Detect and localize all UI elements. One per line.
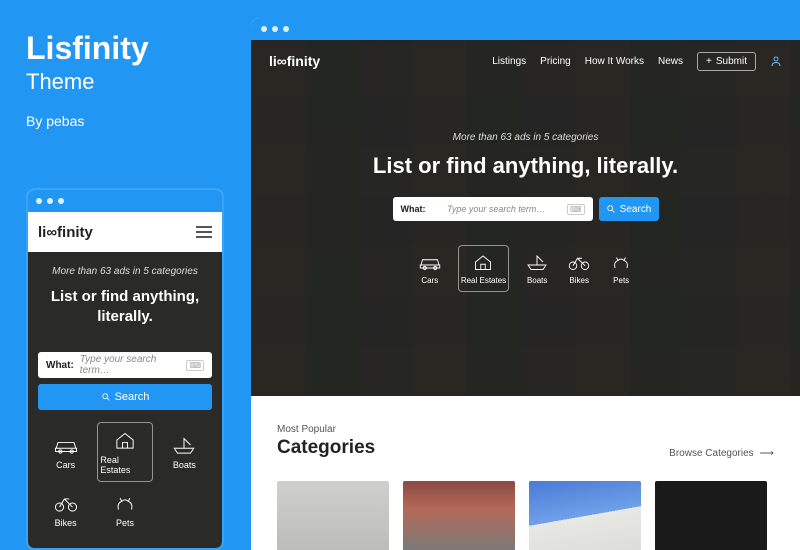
category-label: Cars (56, 460, 75, 470)
pet-icon (609, 252, 633, 272)
category-thumbnail[interactable] (529, 481, 641, 550)
search-button[interactable]: Search (38, 384, 212, 410)
category-cars[interactable]: Cars (416, 245, 444, 292)
bike-icon (567, 252, 591, 272)
logo[interactable]: li∞finity (38, 224, 93, 241)
search-placeholder: Type your search term… (432, 204, 561, 214)
window-dot-icon (283, 26, 289, 32)
category-pets[interactable]: Pets (607, 245, 635, 292)
browse-categories-link[interactable]: Browse Categories ⟶ (669, 448, 774, 459)
nav-news[interactable]: News (658, 56, 683, 67)
plus-icon: + (706, 56, 712, 67)
submit-button[interactable]: + Submit (697, 52, 756, 71)
category-label: Pets (613, 276, 629, 285)
category-label: Boats (173, 460, 196, 470)
desktop-titlebar (251, 18, 800, 40)
nav-listings[interactable]: Listings (492, 56, 526, 67)
arrow-right-icon: ⟶ (760, 448, 774, 459)
user-icon[interactable] (770, 55, 782, 67)
category-real-estates[interactable]: Real Estates (458, 245, 509, 292)
bike-icon (53, 492, 79, 514)
search-button[interactable]: Search (599, 197, 659, 221)
boat-icon (171, 434, 197, 456)
category-label: Bikes (55, 518, 77, 528)
desktop-preview-frame: li∞finity Listings Pricing How It Works … (251, 18, 800, 550)
category-real-estates[interactable]: Real Estates (97, 422, 152, 482)
search-input[interactable]: What: Type your search term… ⌨ (393, 197, 593, 221)
submit-label: Submit (716, 56, 747, 67)
hero-section: li∞finity Listings Pricing How It Works … (251, 40, 800, 396)
desktop-search-bar: What: Type your search term… ⌨ Search (311, 197, 740, 221)
section-title: Categories (277, 437, 375, 459)
nav-how-it-works[interactable]: How It Works (585, 56, 644, 67)
category-boats[interactable]: Boats (523, 245, 551, 292)
house-icon (471, 252, 495, 272)
mobile-categories: Cars Real Estates Boats Bikes Pets (28, 422, 222, 534)
mobile-preview-frame: li∞finity More than 63 ads in 5 categori… (26, 188, 224, 550)
car-icon (418, 252, 442, 272)
category-label: Cars (421, 276, 438, 285)
promo-block: Lisfinity Theme By pebas (26, 30, 149, 129)
category-label: Bikes (569, 276, 589, 285)
search-what-label: What: (46, 360, 74, 371)
boat-icon (525, 252, 549, 272)
window-dot-icon (47, 198, 53, 204)
nav-pricing[interactable]: Pricing (540, 56, 571, 67)
hero-center: More than 63 ads in 5 categories List or… (251, 132, 800, 292)
search-what-label: What: (401, 204, 426, 214)
mobile-titlebar (28, 190, 222, 212)
mobile-hero: More than 63 ads in 5 categories List or… (28, 252, 222, 340)
tagline: More than 63 ads in 5 categories (311, 132, 740, 143)
car-icon (53, 434, 79, 456)
window-dot-icon (272, 26, 278, 32)
category-thumbnail[interactable] (403, 481, 515, 550)
category-thumbnail[interactable] (277, 481, 389, 550)
search-icon (606, 204, 616, 214)
mobile-body: li∞finity More than 63 ads in 5 categori… (28, 212, 222, 548)
category-bikes[interactable]: Bikes (565, 245, 593, 292)
window-dot-icon (36, 198, 42, 204)
promo-subtitle: Theme (26, 69, 149, 95)
category-label: Real Estates (100, 455, 149, 475)
hamburger-icon[interactable] (196, 226, 212, 238)
search-placeholder: Type your search term… (80, 354, 181, 376)
headline: List or find anything, literally. (311, 153, 740, 179)
house-icon (112, 429, 138, 451)
pet-icon (112, 492, 138, 514)
search-button-label: Search (115, 391, 150, 403)
section-header: Most Popular Categories Browse Categorie… (277, 424, 774, 459)
category-thumbnails (277, 481, 774, 550)
category-cars[interactable]: Cars (38, 422, 93, 482)
mobile-header: li∞finity (28, 212, 222, 252)
tagline: More than 63 ads in 5 categories (38, 266, 212, 277)
category-label: Pets (116, 518, 134, 528)
logo[interactable]: li∞finity (269, 53, 320, 69)
keyboard-hint-icon: ⌨ (567, 204, 585, 215)
section-label: Most Popular (277, 424, 375, 435)
category-thumbnail[interactable] (655, 481, 767, 550)
window-dot-icon (58, 198, 64, 204)
search-button-label: Search (620, 204, 652, 215)
category-label: Boats (527, 276, 547, 285)
headline: List or find anything, literally. (38, 287, 212, 326)
category-pets[interactable]: Pets (97, 486, 152, 534)
mobile-search-bar: What: Type your search term… ⌨ Search (28, 340, 222, 422)
browse-label: Browse Categories (669, 448, 753, 459)
search-icon (101, 392, 111, 402)
promo-author: By pebas (26, 113, 149, 129)
category-boats[interactable]: Boats (157, 422, 212, 482)
categories-section: Most Popular Categories Browse Categorie… (251, 396, 800, 550)
promo-title: Lisfinity (26, 30, 149, 67)
keyboard-hint-icon: ⌨ (186, 360, 204, 371)
window-dot-icon (261, 26, 267, 32)
category-label: Real Estates (461, 276, 506, 285)
desktop-body: li∞finity Listings Pricing How It Works … (251, 40, 800, 550)
desktop-nav: Listings Pricing How It Works News + Sub… (492, 52, 782, 71)
category-bikes[interactable]: Bikes (38, 486, 93, 534)
desktop-header: li∞finity Listings Pricing How It Works … (251, 40, 800, 82)
search-input[interactable]: What: Type your search term… ⌨ (38, 352, 212, 378)
desktop-categories: Cars Real Estates Boats Bikes (311, 245, 740, 292)
